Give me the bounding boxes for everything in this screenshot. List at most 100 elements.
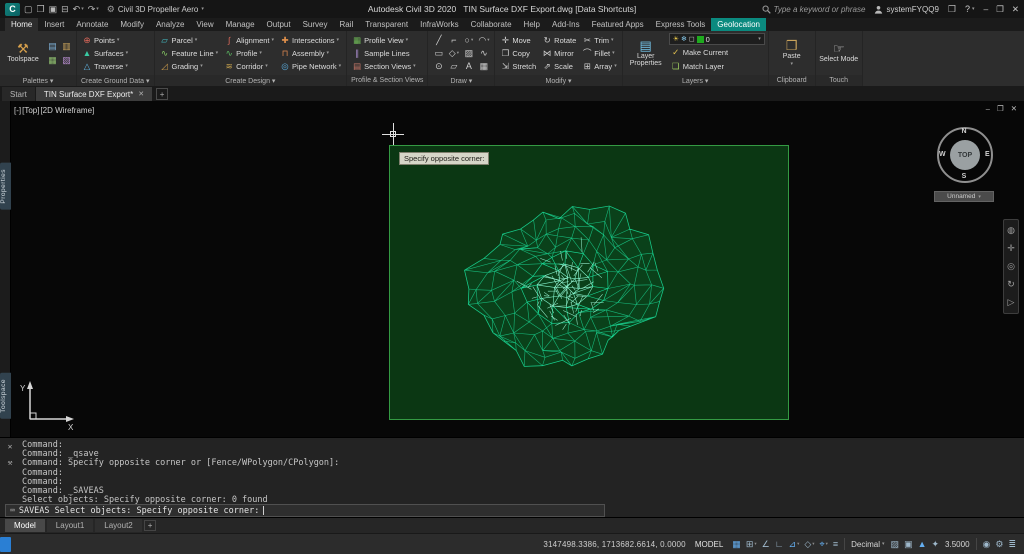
help-menu[interactable]: ? ▾ <box>965 4 975 14</box>
ribbon-tab-geolocation[interactable]: Geolocation <box>711 18 766 31</box>
paste-button[interactable]: ❒ Paste ▾ <box>772 32 812 74</box>
file-tab-start[interactable]: Start <box>2 87 35 101</box>
multiline-text-icon[interactable]: A <box>461 60 476 73</box>
customize-command-icon[interactable]: ⚒ <box>8 458 13 467</box>
close-button[interactable]: ✕ <box>1012 4 1019 15</box>
annotation-scale-value[interactable]: 3.5000 <box>945 540 969 549</box>
trim-button[interactable]: ✂ Trim ▾ <box>580 34 618 47</box>
properties-palette-button[interactable]: ▥ <box>60 40 73 53</box>
array-button[interactable]: ⊞ Array ▾ <box>580 60 618 73</box>
ribbon-tab-add-ins[interactable]: Add-Ins <box>546 18 586 31</box>
intersections-button[interactable]: ✚ Intersections ▾ <box>278 34 343 47</box>
polar-tracking-icon[interactable]: ⊿ ▾ <box>789 539 800 549</box>
minimize-drawing-icon[interactable]: – <box>986 104 990 113</box>
panorama-button[interactable]: ▧ <box>60 54 73 67</box>
viewport-menu-button[interactable]: [-] <box>14 106 21 115</box>
annotation-visibility-icon[interactable]: ▲ <box>918 539 927 549</box>
close-drawing-icon[interactable]: ✕ <box>1011 104 1017 113</box>
maximize-button[interactable]: ❐ <box>996 4 1004 15</box>
corridor-button[interactable]: ≋ Corridor ▾ <box>222 60 276 73</box>
layer-select[interactable]: ☀ ❄ ◻ 0 ▾ <box>668 33 765 45</box>
tool-palettes-button[interactable]: ▤ <box>46 40 59 53</box>
units-format-select[interactable]: Decimal ▾ <box>851 540 884 549</box>
sample-lines-button[interactable]: ∥ Sample Lines <box>350 47 418 60</box>
add-layout-button[interactable]: + <box>143 520 157 531</box>
ellipse-icon[interactable]: ◇ ▾ <box>446 47 461 60</box>
viewcube-north[interactable]: N <box>961 128 966 135</box>
restore-drawing-icon[interactable]: ❐ <box>997 104 1004 113</box>
panel-label-profile-section-views[interactable]: Profile & Section Views <box>347 75 428 86</box>
ucs-selector[interactable]: Unnamed ▾ <box>934 191 994 202</box>
spline-icon[interactable]: ∿ <box>476 47 491 60</box>
arc-icon[interactable]: ◠ ▾ <box>476 34 491 47</box>
stretch-button[interactable]: ⇲ Stretch <box>498 60 538 73</box>
snap-mode-icon[interactable]: ⊞ ▾ <box>746 539 757 549</box>
undo-icon[interactable]: ↶ ▾ <box>73 4 84 14</box>
polyline-icon[interactable]: ⌐ <box>446 34 461 47</box>
toolspace-button[interactable]: ⚒ Toolspace <box>3 32 43 74</box>
layout-tab-layout1[interactable]: Layout1 <box>46 519 94 532</box>
fillet-button[interactable]: ⌒ Fillet ▾ <box>580 47 618 60</box>
lineweight-icon[interactable]: ≡ <box>833 539 838 549</box>
autoscale-icon[interactable]: ✦ <box>932 539 940 549</box>
ribbon-tab-modify[interactable]: Modify <box>114 18 150 31</box>
account-menu[interactable]: systemFYQQ9 <box>874 5 939 14</box>
panel-label-modify[interactable]: Modify ▾ <box>495 75 622 86</box>
ribbon-tab-insert[interactable]: Insert <box>38 18 70 31</box>
panel-label-touch[interactable]: Touch <box>815 75 862 86</box>
ribbon-tab-featured-apps[interactable]: Featured Apps <box>586 18 650 31</box>
toolspace-palette-tab[interactable]: Toolspace <box>0 373 11 419</box>
plot-icon[interactable]: ⊟ <box>61 4 69 14</box>
match-layer-button[interactable]: ❏ Match Layer <box>669 60 765 73</box>
traverse-button[interactable]: △ Traverse ▾ <box>80 60 130 73</box>
rectangle-icon[interactable]: ▭ <box>431 47 446 60</box>
object-snap-icon[interactable]: ⌖ ▾ <box>820 539 828 549</box>
coordinates-display[interactable]: 3147498.3386, 1713682.6614, 0.0000 <box>543 540 686 549</box>
transparency-icon[interactable]: ▨ <box>891 539 900 549</box>
section-views-button[interactable]: ▤ Section Views ▾ <box>350 60 418 73</box>
view-controls-button[interactable]: [Top] <box>22 106 39 115</box>
profile-view-button[interactable]: ▦ Profile View ▾ <box>350 34 418 47</box>
make-current-button[interactable]: ✓ Make Current <box>669 46 765 59</box>
customize-icon[interactable]: ≣ <box>1008 539 1016 549</box>
orbit-icon[interactable]: ↻ <box>1007 279 1015 290</box>
grid-display-icon[interactable]: ▦ <box>732 539 741 549</box>
panel-label-create-design[interactable]: Create Design ▾ <box>154 75 347 86</box>
selection-cycling-icon[interactable]: ▣ <box>904 539 913 549</box>
workspace-switcher[interactable]: ⚙ Civil 3D Propeller Aero ▾ <box>107 4 204 15</box>
close-command-window-icon[interactable]: ✕ <box>8 442 13 451</box>
region-icon[interactable]: ▱ <box>446 60 461 73</box>
save-icon[interactable]: ▣ <box>49 4 58 14</box>
profile-button[interactable]: ∿ Profile ▾ <box>222 47 276 60</box>
viewcube-west[interactable]: W <box>939 151 946 158</box>
ribbon-tab-view[interactable]: View <box>190 18 219 31</box>
select-mode-button[interactable]: ☞ Select Mode <box>819 32 859 74</box>
hatch-icon[interactable]: ▨ <box>461 47 476 60</box>
move-button[interactable]: ✛ Move <box>498 34 538 47</box>
surfaces-button[interactable]: ▲ Surfaces ▾ <box>80 47 130 60</box>
navigation-wheel-icon[interactable]: ◍ <box>1007 225 1015 236</box>
close-tab-icon[interactable]: ✕ <box>138 90 144 98</box>
ribbon-tab-rail[interactable]: Rail <box>333 18 359 31</box>
pan-icon[interactable]: ✛ <box>1007 243 1015 254</box>
ribbon-tab-express-tools[interactable]: Express Tools <box>650 18 712 31</box>
ortho-mode-icon[interactable]: ∟ <box>775 539 784 549</box>
isolate-objects-icon[interactable]: ◉ <box>983 539 991 549</box>
ribbon-tab-survey[interactable]: Survey <box>297 18 334 31</box>
pipe-network-button[interactable]: ◎ Pipe Network ▾ <box>278 60 343 73</box>
drawing-area[interactable]: Specify opposite corner: [-] [Top] [2D W… <box>0 101 1024 437</box>
assembly-button[interactable]: ⊓ Assembly ▾ <box>278 47 343 60</box>
tin-surface-mesh[interactable] <box>447 177 687 401</box>
viewcube-east[interactable]: E <box>985 151 990 158</box>
line-icon[interactable]: ╱ <box>431 34 446 47</box>
alignment-button[interactable]: ∫ Alignment ▾ <box>222 34 276 47</box>
ribbon-tab-analyze[interactable]: Analyze <box>150 18 190 31</box>
panel-label-draw[interactable]: Draw ▾ <box>428 75 495 86</box>
points-button[interactable]: ⊕ Points ▾ <box>80 34 130 47</box>
model-space-button[interactable]: MODEL <box>692 540 726 549</box>
new-drawing-button[interactable]: + <box>156 88 169 100</box>
minimize-button[interactable]: – <box>984 4 989 14</box>
file-tab-tin-surface-dxf-export[interactable]: TIN Surface DXF Export* ✕ <box>35 87 153 101</box>
zoom-icon[interactable]: ◎ <box>1007 261 1015 272</box>
viewcube-top-face[interactable]: TOP <box>950 140 980 170</box>
